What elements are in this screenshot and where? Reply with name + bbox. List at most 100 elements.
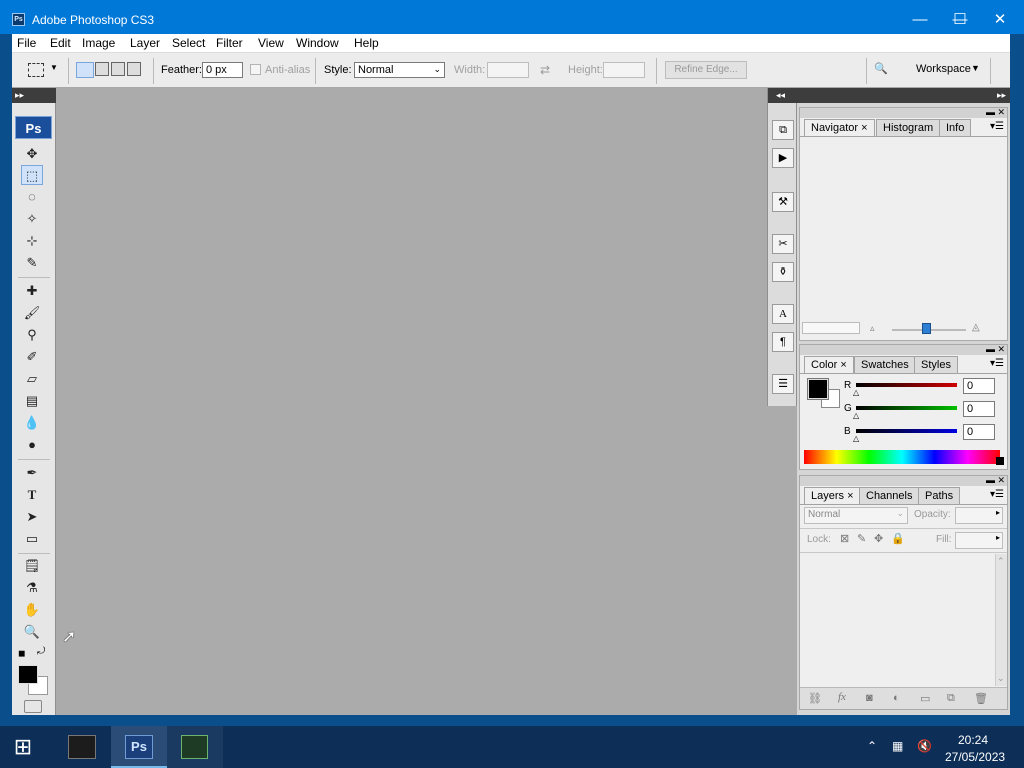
- default-colors-icon[interactable]: ◼: [18, 648, 25, 659]
- dodge-tool-icon[interactable]: ●: [21, 435, 43, 455]
- menu-layer[interactable]: Layer: [130, 36, 160, 50]
- menu-help[interactable]: Help: [354, 36, 379, 50]
- new-group-icon[interactable]: ▭: [920, 692, 930, 705]
- taskbar-app[interactable]: [167, 726, 223, 768]
- new-layer-icon[interactable]: ⧉: [947, 692, 955, 705]
- refine-edge-button[interactable]: Refine Edge...: [665, 61, 747, 79]
- bridge-icon[interactable]: 🔍: [874, 62, 894, 78]
- menu-file[interactable]: File: [17, 36, 36, 50]
- panel-controls[interactable]: ▬ ✕: [800, 476, 1007, 486]
- history-brush-icon[interactable]: ✐: [21, 347, 43, 367]
- crop-tool-icon[interactable]: ⊹: [21, 231, 43, 251]
- opacity-input[interactable]: ▸: [955, 507, 1003, 524]
- character-panel-icon[interactable]: A: [772, 304, 794, 324]
- taskbar-photoshop[interactable]: Ps: [111, 726, 167, 768]
- color-spectrum-bar[interactable]: [804, 450, 1000, 464]
- channel-b-slider[interactable]: [856, 429, 957, 433]
- tab-info[interactable]: Info: [939, 119, 972, 136]
- channel-g-input[interactable]: 0: [963, 401, 995, 417]
- layer-style-icon[interactable]: fx: [838, 691, 846, 703]
- foreground-color-swatch[interactable]: [807, 378, 829, 400]
- panel-controls[interactable]: ▬ ✕: [800, 108, 1007, 118]
- panel-menu-icon[interactable]: ▾☰: [990, 489, 1004, 500]
- layer-mask-icon[interactable]: ◙: [866, 692, 873, 704]
- tray-date[interactable]: 27/05/2023: [945, 750, 1005, 764]
- move-tool-icon[interactable]: ✥: [21, 144, 43, 164]
- close-tab-icon[interactable]: ×: [840, 359, 846, 371]
- rectangular-marquee-icon[interactable]: ⬚: [21, 165, 43, 185]
- panel-controls[interactable]: ▬ ✕: [800, 345, 1007, 355]
- zoom-slider-thumb[interactable]: [922, 323, 931, 334]
- notes-tool-icon[interactable]: 🗒: [21, 556, 43, 576]
- style-select[interactable]: Normal ⌄: [354, 62, 445, 78]
- intersect-selection-icon[interactable]: [127, 62, 141, 76]
- history-panel-icon[interactable]: ⧉: [772, 120, 794, 140]
- eyedropper-icon[interactable]: ⚗: [21, 578, 43, 598]
- network-icon[interactable]: ▦: [892, 739, 903, 753]
- preset-dropdown-icon[interactable]: ▼: [50, 63, 58, 72]
- scroll-down-icon[interactable]: ⌄: [997, 673, 1005, 684]
- zoom-tool-icon[interactable]: 🔍: [21, 622, 43, 642]
- swap-colors-icon[interactable]: ⤾: [37, 646, 45, 657]
- tab-swatches[interactable]: Swatches: [854, 356, 916, 373]
- menu-filter[interactable]: Filter: [216, 36, 243, 50]
- clone-source-icon[interactable]: ⚱: [772, 262, 794, 282]
- zoom-level-input[interactable]: [802, 322, 860, 334]
- menu-image[interactable]: Image: [82, 36, 115, 50]
- windows-start-icon[interactable]: ⊞: [8, 735, 38, 761]
- quick-mask-icon[interactable]: [24, 700, 42, 713]
- type-tool-icon[interactable]: T: [21, 485, 43, 505]
- menu-window[interactable]: Window: [296, 36, 339, 50]
- blend-mode-select[interactable]: Normal ⌄: [804, 507, 908, 524]
- anti-alias-checkbox[interactable]: [250, 64, 261, 75]
- gradient-tool-icon[interactable]: ▤: [21, 391, 43, 411]
- tab-navigator[interactable]: Navigator ×: [804, 119, 875, 136]
- fill-input[interactable]: ▸: [955, 532, 1003, 549]
- slice-tool-icon[interactable]: ✎: [21, 253, 43, 273]
- close-tab-icon[interactable]: ×: [861, 122, 867, 134]
- actions-panel-icon[interactable]: ▶: [772, 148, 794, 168]
- clone-stamp-icon[interactable]: ⚲: [21, 325, 43, 345]
- dock-grip[interactable]: ◂◂: [768, 88, 798, 103]
- subtract-selection-icon[interactable]: [111, 62, 125, 76]
- tab-styles[interactable]: Styles: [914, 356, 958, 373]
- foreground-color-swatch[interactable]: [18, 665, 38, 684]
- healing-brush-icon[interactable]: ✚: [21, 281, 43, 301]
- tab-paths[interactable]: Paths: [918, 487, 961, 504]
- marquee-preset-icon[interactable]: [28, 63, 44, 77]
- lock-image-icon[interactable]: ✎: [857, 532, 866, 545]
- lock-transparency-icon[interactable]: ⊠: [840, 532, 849, 545]
- channel-r-slider[interactable]: [856, 383, 957, 387]
- zoom-out-icon[interactable]: ▵: [870, 323, 875, 334]
- menu-edit[interactable]: Edit: [50, 36, 71, 50]
- workspace-button[interactable]: Workspace: [916, 63, 971, 75]
- channel-r-input[interactable]: 0: [963, 378, 995, 394]
- link-layers-icon[interactable]: ⛓: [808, 692, 822, 705]
- tray-time[interactable]: 20:24: [958, 733, 988, 747]
- eraser-tool-icon[interactable]: ▱: [21, 369, 43, 389]
- layer-list-scrollbar[interactable]: ⌃ ⌄: [995, 554, 1007, 686]
- close-tab-icon[interactable]: ×: [847, 490, 853, 502]
- magic-wand-icon[interactable]: ✧: [21, 209, 43, 229]
- feather-input[interactable]: 0 px: [202, 62, 243, 78]
- workspace-dropdown-icon[interactable]: ▼: [971, 63, 980, 73]
- photoshop-logo[interactable]: Ps: [15, 116, 52, 139]
- menu-view[interactable]: View: [258, 36, 284, 50]
- paragraph-panel-icon[interactable]: ¶: [772, 332, 794, 352]
- brush-tool-icon[interactable]: 🖌: [21, 303, 43, 323]
- zoom-in-icon[interactable]: ◬: [972, 322, 980, 333]
- tray-overflow-icon[interactable]: ⌃: [867, 739, 877, 753]
- brushes-panel-icon[interactable]: ✂: [772, 234, 794, 254]
- tab-color[interactable]: Color ×: [804, 356, 854, 373]
- height-input[interactable]: [603, 62, 645, 78]
- channel-g-slider[interactable]: [856, 406, 957, 410]
- pen-tool-icon[interactable]: ✒: [21, 463, 43, 483]
- layer-list[interactable]: [800, 554, 995, 686]
- lock-all-icon[interactable]: 🔒: [891, 532, 905, 545]
- minimize-button-real[interactable]: —: [900, 9, 940, 33]
- panel-menu-icon[interactable]: ▾☰: [990, 121, 1004, 132]
- lasso-tool-icon[interactable]: ◌: [21, 187, 43, 207]
- hand-tool-icon[interactable]: ✋: [21, 600, 43, 620]
- tools-panel-grip[interactable]: ▸▸: [12, 88, 56, 103]
- new-selection-icon[interactable]: [76, 62, 94, 78]
